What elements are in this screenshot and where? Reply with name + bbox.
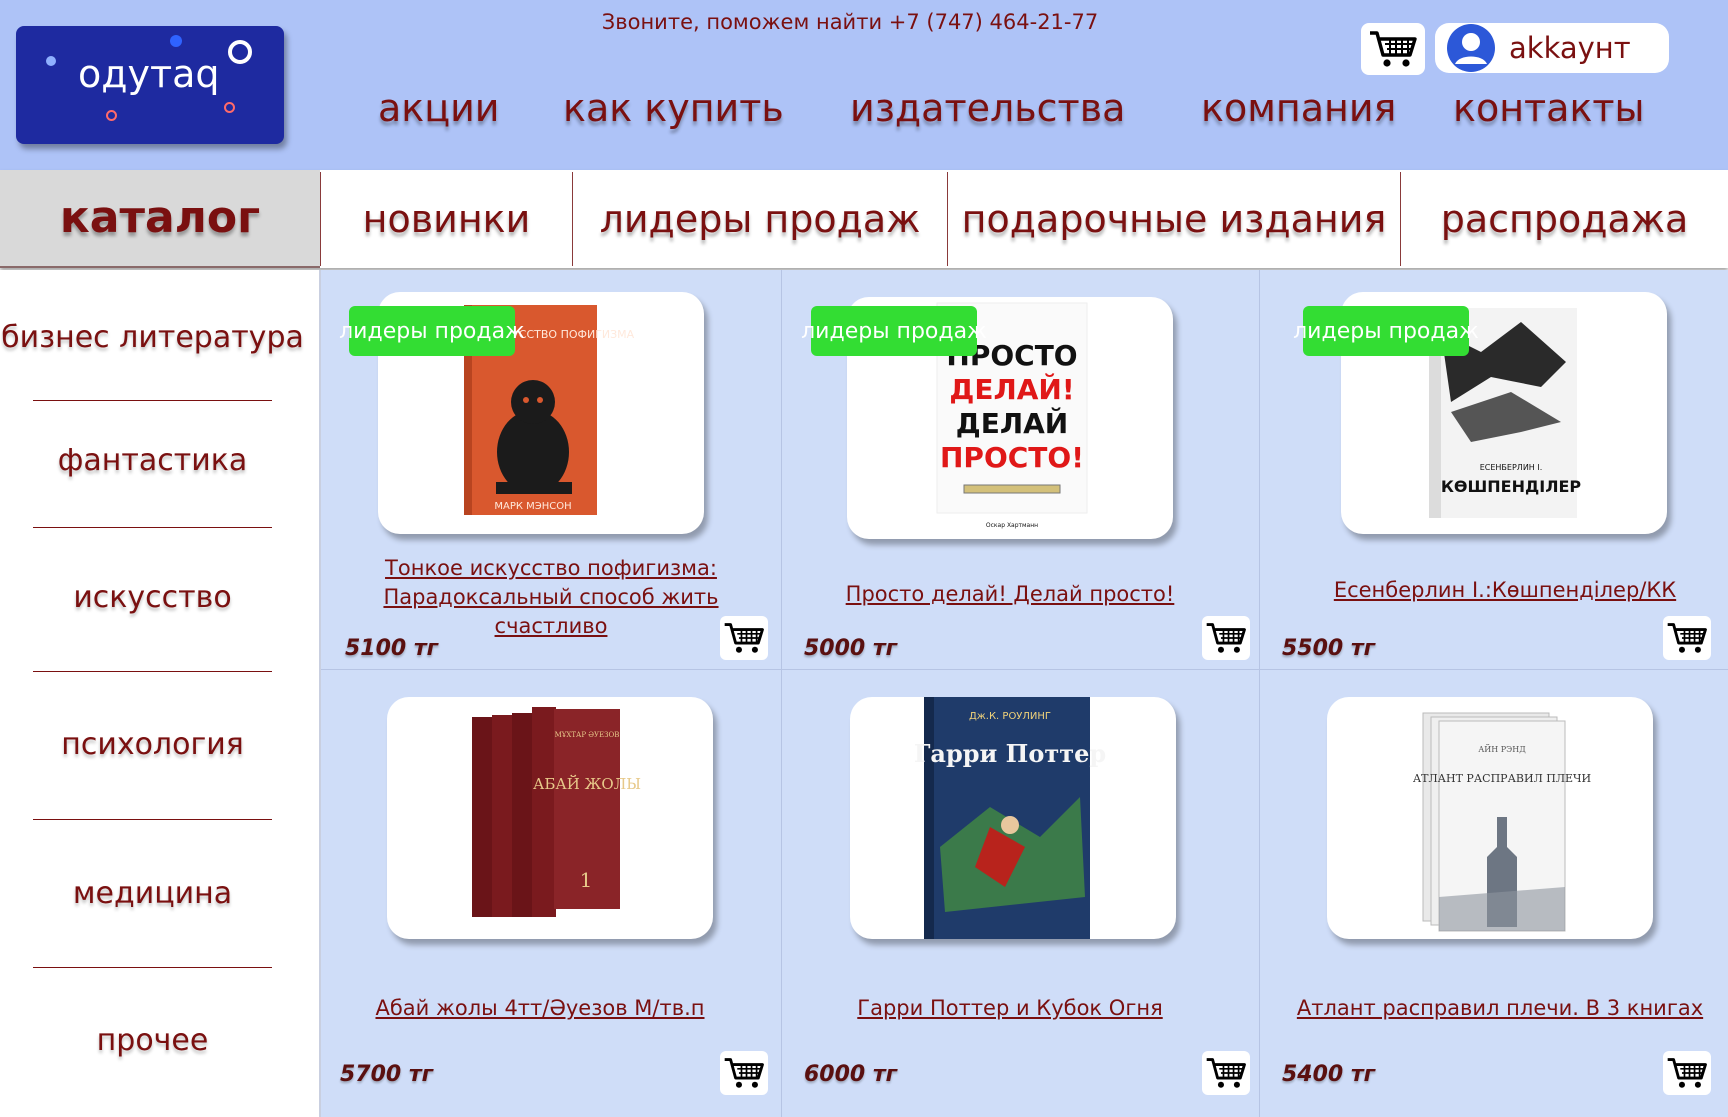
bestseller-badge: лидеры продаж — [339, 306, 525, 356]
phone-banner: Звоните, поможем найти +7 (747) 464-21-7… — [601, 10, 1099, 34]
sidebar-item-business[interactable]: бизнес литература — [0, 320, 305, 355]
cover-title: АБАЙ ЖОЛЫ — [533, 774, 641, 793]
cart-icon — [724, 623, 764, 653]
product-title-link[interactable]: Есенберлин І.:Көшпенділер/КК — [1290, 576, 1720, 605]
cover-title: АТЛАНТ РАСПРАВИЛ ПЛЕЧИ — [1413, 772, 1591, 785]
cart-icon — [1206, 623, 1246, 653]
product-price: 6000 тг — [804, 1062, 898, 1087]
add-to-cart-button[interactable] — [1202, 1051, 1250, 1095]
product-price: 5700 тг — [340, 1062, 434, 1087]
grid-divider — [1259, 270, 1260, 1117]
product-image-card[interactable]: АБАЙ ЖОЛЫ МҰХТАР ӘУЕЗОВ 1 — [387, 697, 713, 939]
cart-icon — [1370, 31, 1417, 67]
cart-icon — [1667, 1058, 1707, 1088]
cover-author: ЕСЕНБЕРЛИН І. — [1480, 463, 1543, 472]
sidebar-divider — [33, 967, 272, 968]
book-cover-image: АБАЙ ЖОЛЫ МҰХТАР ӘУЕЗОВ 1 — [472, 707, 641, 917]
product-price: 5100 тг — [345, 636, 439, 661]
tab-bestsellers[interactable]: лидеры продаж — [573, 170, 947, 268]
sidebar-divider — [33, 527, 272, 528]
logo-ring — [106, 110, 117, 121]
logo-text: одутаq — [78, 52, 220, 96]
sidebar-item-psychology[interactable]: психология — [0, 727, 305, 762]
cover-author: Оскар Хартманн — [986, 522, 1038, 529]
bestseller-badge: лидеры продаж — [1293, 306, 1479, 356]
product-title-link[interactable]: Абай жолы 4тт/Әуезов М/тв.п — [360, 994, 720, 1023]
account-button[interactable]: akkaунт — [1435, 23, 1669, 73]
product-price: 5400 тг — [1282, 1062, 1376, 1087]
cover-author: АЙН РЭНД — [1478, 745, 1526, 754]
site-logo[interactable]: одутаq — [16, 26, 284, 144]
product-image-card[interactable]: АТЛАНТ РАСПРАВИЛ ПЛЕЧИ АЙН РЭНД — [1327, 697, 1653, 939]
cover-author: МҰХТАР ӘУЕЗОВ — [555, 731, 620, 739]
grid-divider — [781, 270, 782, 1117]
product-title-link[interactable]: Атлант расправил плечи. В 3 книгах — [1280, 994, 1720, 1023]
category-sidebar: бизнес литература фантастика искусство п… — [0, 270, 320, 1117]
sidebar-divider — [33, 671, 272, 672]
product-price: 5500 тг — [1282, 636, 1376, 661]
logo-dot — [46, 56, 56, 66]
catalog-tab[interactable]: каталог — [0, 170, 320, 268]
tab-gift-editions[interactable]: подарочные издания — [948, 170, 1400, 268]
product-price: 5000 тг — [804, 636, 898, 661]
cover-line: ПРОСТО! — [940, 441, 1084, 474]
account-label: akkaунт — [1509, 31, 1631, 65]
book-cover-image: АТЛАНТ РАСПРАВИЛ ПЛЕЧИ АЙН РЭНД — [1413, 712, 1591, 932]
add-to-cart-button[interactable] — [1663, 1051, 1711, 1095]
catalog-label: каталог — [59, 192, 261, 243]
nav-publishers[interactable]: издательства — [850, 86, 1125, 130]
logo-ring — [224, 102, 235, 113]
logo-dot — [170, 35, 182, 47]
sidebar-item-medicine[interactable]: медицина — [0, 876, 305, 911]
product-title-link[interactable]: Тонкое искусство пофигизма: Парадоксальн… — [370, 554, 732, 641]
cover-title: Гарри Поттер — [914, 739, 1106, 768]
cover-line: ДЕЛАЙ — [956, 406, 1068, 440]
book-cover-image: Дж.К. РОУЛИНГ Гарри Поттер — [914, 697, 1106, 939]
add-to-cart-button[interactable] — [720, 1051, 768, 1095]
nav-how-to-buy[interactable]: как купить — [563, 86, 784, 130]
user-avatar-icon — [1447, 24, 1495, 72]
add-to-cart-button[interactable] — [720, 616, 768, 660]
grid-divider — [321, 669, 1728, 670]
product-title-link[interactable]: Просто делай! Делай просто! — [800, 580, 1220, 609]
sidebar-item-fiction[interactable]: фантастика — [0, 443, 305, 478]
cart-icon — [1667, 623, 1707, 653]
nav-contacts[interactable]: контакты — [1453, 86, 1645, 130]
tab-new-arrivals[interactable]: новинки — [321, 170, 572, 268]
nav-company[interactable]: компания — [1201, 86, 1396, 130]
cart-icon — [724, 1058, 764, 1088]
svg-text:1: 1 — [580, 868, 593, 892]
add-to-cart-button[interactable] — [1202, 616, 1250, 660]
cover-title: КӨШПЕНДІЛЕР — [1441, 477, 1582, 496]
cover-line: ДЕЛАЙ! — [949, 372, 1074, 406]
product-title-link[interactable]: Гарри Поттер и Кубок Огня — [810, 994, 1210, 1023]
add-to-cart-button[interactable] — [1663, 616, 1711, 660]
cart-icon — [1206, 1058, 1246, 1088]
bestseller-badge: лидеры продаж — [801, 306, 987, 356]
sidebar-divider — [33, 400, 272, 401]
sidebar-divider — [33, 819, 272, 820]
sidebar-item-art[interactable]: искусство — [0, 580, 305, 615]
product-image-card[interactable]: Дж.К. РОУЛИНГ Гарри Поттер — [850, 697, 1176, 939]
nav-promotions[interactable]: акции — [378, 86, 500, 130]
cover-author: Дж.К. РОУЛИНГ — [969, 711, 1051, 722]
cover-author: МАРК МЭНСОН — [494, 501, 571, 512]
sidebar-item-other[interactable]: прочее — [0, 1023, 305, 1058]
tab-sale[interactable]: распродажа — [1401, 170, 1728, 268]
header-cart-button[interactable] — [1361, 23, 1425, 75]
